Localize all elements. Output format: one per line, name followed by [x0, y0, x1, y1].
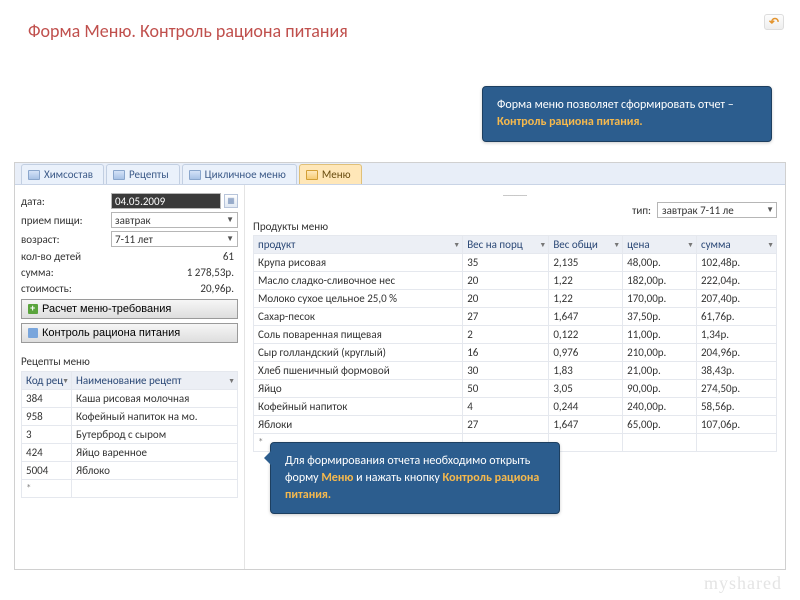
table-row[interactable]: Яблоки271,64765,00р.107,06р. — [254, 416, 777, 434]
table-row[interactable]: 958Кофейный напиток на мо. — [22, 408, 238, 426]
diet-control-button[interactable]: Контроль рациона питания — [21, 323, 238, 343]
children-label: кол-во детей — [21, 250, 111, 263]
table-row[interactable]: 5004Яблоко — [22, 462, 238, 480]
recipes-col-name[interactable]: Наименование рецепт▼ — [72, 372, 238, 390]
tab-cyclic-menu[interactable]: Цикличное меню — [182, 164, 297, 184]
tab-chemcomp[interactable]: Химсостав — [21, 164, 104, 184]
table-row[interactable]: Соль поваренная пищевая20,12211,00р.1,34… — [254, 326, 777, 344]
table-icon — [189, 170, 201, 180]
date-field[interactable]: 04.05.2009 — [111, 193, 221, 209]
chevron-down-icon: ▼ — [687, 240, 694, 249]
callout-bottom-text2: и нажать кнопку — [353, 471, 442, 485]
chevron-down-icon: ▼ — [226, 215, 234, 225]
callout-top-accent: Контроль рациона питания. — [497, 115, 643, 129]
products-heading: Продукты меню — [253, 220, 777, 233]
table-row[interactable]: 3Бутерброд с сыром — [22, 426, 238, 444]
callout-top: Форма меню позволяет сформировать отчет … — [482, 86, 772, 142]
chevron-down-icon: ▼ — [226, 234, 234, 244]
date-value: 04.05.2009 — [115, 195, 165, 208]
tab-label: Меню — [322, 168, 351, 181]
table-row[interactable]: 424Яйцо варенное — [22, 444, 238, 462]
tab-label: Цикличное меню — [205, 168, 286, 181]
plus-icon — [28, 304, 38, 314]
products-col-sum[interactable]: сумма▼ — [696, 236, 776, 254]
page-title: Форма Меню. Контроль рациона питания — [0, 0, 800, 42]
products-col-weight-total[interactable]: Вес общи▼ — [549, 236, 623, 254]
cost-value: 20,96р. — [111, 282, 238, 295]
chevron-down-icon: ▼ — [62, 376, 69, 385]
left-panel: дата: 04.05.2009 ▦ прием пищи: завтрак▼ … — [15, 185, 245, 569]
back-icon: ↶ — [769, 15, 779, 30]
table-row[interactable]: 384Каша рисовая молочная — [22, 390, 238, 408]
type-select[interactable]: завтрак 7-11 ле ▼ — [657, 202, 777, 218]
callout-bottom: Для формирования отчета необходимо откры… — [270, 442, 560, 514]
products-table[interactable]: продукт▼ Вес на порц▼ Вес общи▼ цена▼ су… — [253, 235, 777, 452]
back-button[interactable]: ↶ — [764, 14, 784, 30]
table-row[interactable]: Крупа рисовая352,13548,00р.102,48р. — [254, 254, 777, 272]
meal-value: завтрак — [115, 214, 151, 227]
table-row[interactable]: Молоко сухое цельное 25,0 %201,22170,00р… — [254, 290, 777, 308]
tab-label: Рецепты — [129, 168, 169, 181]
products-col-weight-portion[interactable]: Вес на порц▼ — [463, 236, 549, 254]
table-row[interactable]: Сыр голландский (круглый)160,976210,00р.… — [254, 344, 777, 362]
new-row[interactable]: * — [22, 480, 238, 498]
tab-recipes[interactable]: Рецепты — [106, 164, 180, 184]
table-row[interactable]: Хлеб пшеничный формовой301,8321,00р.38,4… — [254, 362, 777, 380]
table-row[interactable]: Масло сладко-сливочное нес201,22182,00р.… — [254, 272, 777, 290]
chevron-down-icon: ▼ — [613, 240, 620, 249]
sum-value: 1 278,53р. — [111, 266, 238, 279]
table-icon — [306, 170, 318, 180]
chevron-down-icon: ▼ — [453, 240, 460, 249]
tab-label: Химсостав — [44, 168, 93, 181]
chevron-down-icon: ▼ — [228, 376, 235, 385]
products-col-price[interactable]: цена▼ — [623, 236, 697, 254]
recipes-heading: Рецепты меню — [21, 355, 238, 368]
callout-top-text: Форма меню позволяет сформировать отчет … — [497, 98, 734, 112]
type-value: завтрак 7-11 ле — [662, 204, 734, 217]
tab-bar: Химсостав Рецепты Цикличное меню Меню — [15, 163, 785, 185]
products-col-product[interactable]: продукт▼ — [254, 236, 463, 254]
date-label: дата: — [21, 195, 111, 208]
callout-bottom-accent1: Меню — [321, 471, 353, 485]
recipes-col-code[interactable]: Код рец▼ — [22, 372, 72, 390]
calendar-icon[interactable]: ▦ — [224, 194, 238, 208]
meal-select[interactable]: завтрак ▼ — [111, 212, 238, 228]
sum-label: сумма: — [21, 266, 111, 279]
tab-menu[interactable]: Меню — [299, 164, 362, 184]
calc-button-label: Расчет меню-требования — [42, 303, 171, 315]
control-button-label: Контроль рациона питания — [42, 327, 180, 339]
meal-label: прием пищи: — [21, 214, 111, 227]
chevron-down-icon: ▼ — [767, 240, 774, 249]
age-select[interactable]: 7-11 лет ▼ — [111, 231, 238, 247]
table-row[interactable]: Яйцо503,0590,00р.274,50р. — [254, 380, 777, 398]
grip-icon: ┄┄┄┄ — [253, 189, 777, 202]
cost-label: стоимость: — [21, 282, 111, 295]
children-value: 61 — [111, 250, 238, 263]
table-icon — [113, 170, 125, 180]
table-row[interactable]: Сахар-песок271,64737,50р.61,76р. — [254, 308, 777, 326]
age-value: 7-11 лет — [115, 233, 153, 246]
watermark: myshared — [704, 573, 782, 594]
calc-menu-button[interactable]: Расчет меню-требования — [21, 299, 238, 319]
chevron-down-icon: ▼ — [766, 205, 774, 215]
age-label: возраст: — [21, 233, 111, 246]
type-label: тип: — [632, 204, 651, 217]
table-row[interactable]: Кофейный напиток40,244240,00р.58,56р. — [254, 398, 777, 416]
recipes-table[interactable]: Код рец▼ Наименование рецепт▼ 384Каша ри… — [21, 371, 238, 498]
table-icon — [28, 170, 40, 180]
chevron-down-icon: ▼ — [539, 240, 546, 249]
report-icon — [28, 328, 38, 338]
